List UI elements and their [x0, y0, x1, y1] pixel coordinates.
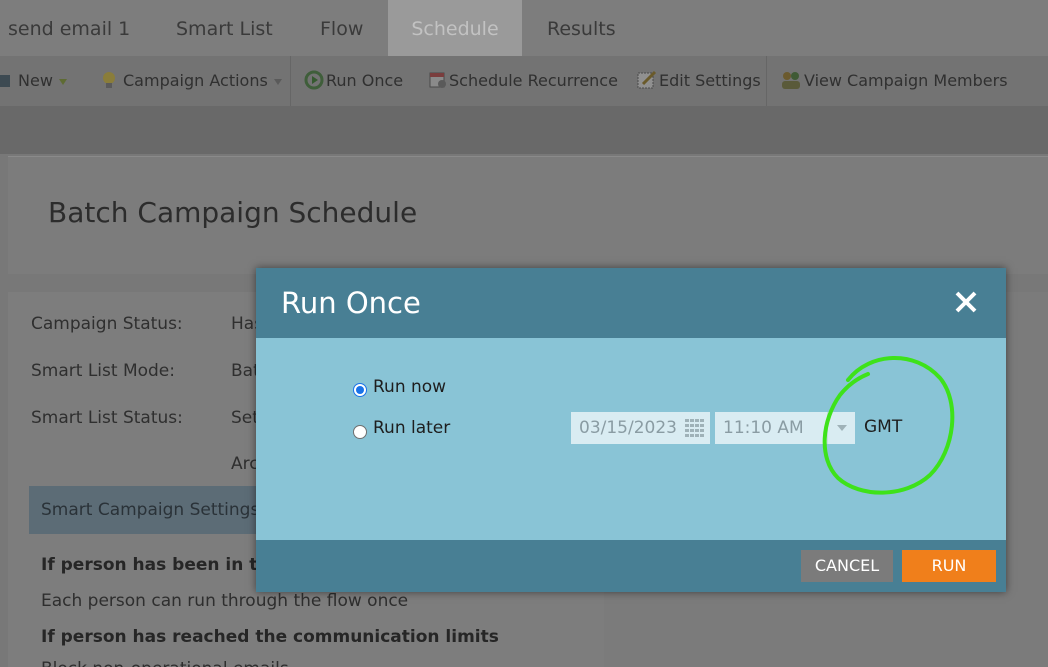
rule-title-2: If person has reached the communication … — [41, 627, 499, 647]
dialog-header: Run Once — [256, 268, 1006, 338]
edit-settings-label: Edit Settings — [659, 71, 761, 90]
schedule-recurrence-button[interactable]: Schedule Recurrence — [429, 56, 618, 106]
cancel-button[interactable]: CANCEL — [801, 550, 893, 582]
run-button[interactable]: RUN — [902, 550, 996, 582]
smart-list-status-extra: Arc — [231, 454, 259, 474]
toolbar-band — [0, 106, 1048, 154]
tab-smart-list[interactable]: Smart List — [176, 0, 273, 56]
run-once-label: Run Once — [326, 71, 404, 90]
date-value: 03/15/2023 — [579, 418, 677, 438]
page-title: Batch Campaign Schedule — [48, 196, 418, 229]
settings-title: Smart Campaign Settings — [41, 500, 260, 520]
run-later-label[interactable]: Run later — [373, 418, 450, 438]
view-campaign-members-button[interactable]: View Campaign Members — [780, 56, 1008, 106]
tab-flow[interactable]: Flow — [320, 0, 363, 56]
edit-icon — [637, 70, 657, 88]
toolbar-divider — [290, 56, 291, 106]
edit-settings-button[interactable]: Edit Settings — [637, 56, 761, 106]
time-select[interactable]: 11:10 AM — [715, 412, 855, 444]
run-once-dialog: Run Once Run now Run later 03/15/2023 11… — [256, 268, 1006, 592]
calendar-icon — [429, 72, 446, 88]
campaign-actions-label: Campaign Actions — [123, 71, 268, 90]
tab-send-email[interactable]: send email 1 — [8, 0, 130, 56]
timezone-label: GMT — [864, 417, 903, 437]
chevron-down-icon — [273, 78, 282, 85]
dialog-footer — [256, 540, 1006, 592]
campaign-status-label: Campaign Status: — [31, 314, 183, 334]
rule-title-1: If person has been in thi — [41, 555, 276, 575]
new-label: New — [18, 71, 53, 90]
chevron-down-icon — [58, 78, 67, 85]
toolbar-divider — [766, 56, 767, 106]
toolbar: New Campaign Actions Run Once Schedule R… — [0, 56, 1048, 106]
new-button[interactable]: New — [0, 56, 67, 106]
time-value: 11:10 AM — [723, 418, 804, 438]
tab-schedule[interactable]: Schedule — [388, 0, 522, 56]
run-later-radio[interactable] — [353, 425, 367, 439]
chevron-down-icon[interactable] — [827, 412, 855, 444]
rule-value-1: Each person can run through the flow onc… — [41, 591, 409, 611]
rule-value-2: Block non-operational emails — [41, 659, 289, 667]
run-once-icon — [304, 70, 324, 89]
lightbulb-icon — [103, 71, 115, 88]
schedule-recurrence-label: Schedule Recurrence — [449, 71, 618, 90]
smart-list-mode-label: Smart List Mode: — [31, 361, 175, 381]
smart-list-status-value: Set — [231, 408, 259, 428]
new-icon — [0, 74, 10, 87]
run-now-label[interactable]: Run now — [373, 377, 446, 397]
tab-results[interactable]: Results — [547, 0, 616, 56]
view-campaign-members-label: View Campaign Members — [804, 71, 1008, 90]
people-icon — [782, 71, 800, 89]
run-once-button[interactable]: Run Once — [304, 56, 403, 106]
calendar-icon[interactable] — [685, 419, 705, 437]
smart-list-status-label: Smart List Status: — [31, 408, 183, 428]
date-input[interactable]: 03/15/2023 — [571, 412, 710, 444]
dialog-title: Run Once — [281, 286, 421, 320]
tab-bar: send email 1 Smart List Flow Schedule Re… — [0, 0, 1048, 56]
campaign-actions-button[interactable]: Campaign Actions — [101, 56, 282, 106]
run-now-radio[interactable] — [353, 383, 367, 397]
close-icon[interactable] — [952, 288, 980, 316]
